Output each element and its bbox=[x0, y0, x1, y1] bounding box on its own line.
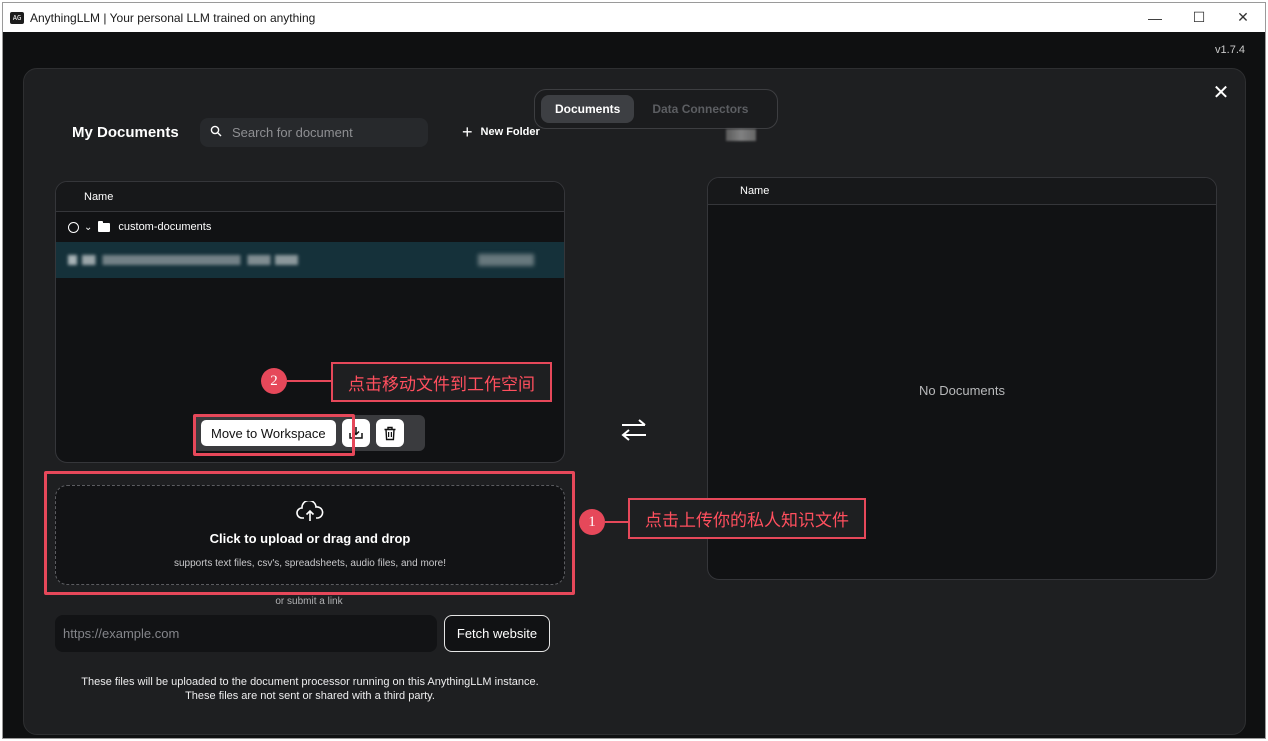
file-row-selected[interactable] bbox=[56, 242, 564, 278]
tab-bar: Documents Data Connectors bbox=[534, 89, 778, 129]
file-name-blurred bbox=[68, 255, 298, 265]
workspace-name-blurred bbox=[726, 129, 756, 141]
callout-text-1: 点击上传你的私人知识文件 bbox=[628, 498, 866, 539]
search-icon bbox=[210, 125, 222, 140]
plus-icon: + bbox=[462, 122, 473, 142]
version-label: v1.7.4 bbox=[1215, 44, 1245, 56]
maximize-button[interactable]: ☐ bbox=[1177, 3, 1221, 32]
search-input[interactable] bbox=[232, 125, 412, 140]
window-title: AnythingLLM | Your personal LLM trained … bbox=[30, 10, 316, 25]
empty-state-text: No Documents bbox=[919, 383, 1005, 398]
tab-data-connectors[interactable]: Data Connectors bbox=[638, 95, 762, 123]
url-input[interactable] bbox=[55, 615, 437, 652]
folder-row[interactable]: ⌄ custom-documents bbox=[56, 212, 564, 242]
document-manager-modal: Documents Data Connectors ✕ My Documents… bbox=[23, 68, 1246, 735]
folder-icon bbox=[98, 220, 111, 232]
folder-name: custom-documents bbox=[118, 221, 212, 233]
trash-icon bbox=[384, 426, 396, 440]
callout-number-1: 1 bbox=[579, 509, 605, 535]
or-submit-link-text: or submit a link bbox=[275, 596, 343, 607]
highlight-move-button bbox=[193, 414, 355, 456]
privacy-note-line1: These files will be uploaded to the docu… bbox=[81, 676, 539, 688]
callout-text-2: 点击移动文件到工作空间 bbox=[331, 362, 552, 402]
close-modal-icon[interactable]: ✕ bbox=[1211, 83, 1231, 103]
new-folder-label: New Folder bbox=[480, 126, 540, 138]
search-box bbox=[200, 118, 428, 147]
app-icon: AG bbox=[10, 11, 24, 24]
app-window: AG AnythingLLM | Your personal LLM train… bbox=[2, 2, 1266, 739]
page-title: My Documents bbox=[72, 124, 179, 141]
workspace-column-header-name: Name bbox=[708, 178, 1216, 205]
new-folder-button[interactable]: + New Folder bbox=[462, 122, 540, 142]
privacy-note: These files will be uploaded to the docu… bbox=[55, 675, 565, 703]
tab-documents[interactable]: Documents bbox=[541, 95, 635, 123]
privacy-note-line2: These files are not sent or shared with … bbox=[185, 690, 435, 702]
fetch-website-button[interactable]: Fetch website bbox=[444, 615, 550, 652]
minimize-button[interactable]: — bbox=[1133, 3, 1177, 32]
window-controls: — ☐ ✕ bbox=[1133, 3, 1265, 32]
chevron-down-icon[interactable]: ⌄ bbox=[84, 222, 92, 233]
file-date-blurred bbox=[478, 254, 534, 266]
delete-button[interactable] bbox=[375, 419, 404, 447]
callout-line-1 bbox=[605, 521, 629, 523]
close-window-button[interactable]: ✕ bbox=[1221, 3, 1265, 32]
highlight-upload-zone bbox=[44, 471, 575, 595]
column-header-name: Name bbox=[56, 182, 564, 212]
folder-checkbox[interactable] bbox=[68, 221, 79, 233]
callout-line-2 bbox=[287, 380, 331, 382]
title-bar: AG AnythingLLM | Your personal LLM train… bbox=[3, 3, 1265, 32]
swap-arrows-icon bbox=[619, 415, 649, 452]
callout-number-2: 2 bbox=[261, 368, 287, 394]
app-background: v1.7.4 Documents Data Connectors ✕ My Do… bbox=[3, 32, 1265, 738]
